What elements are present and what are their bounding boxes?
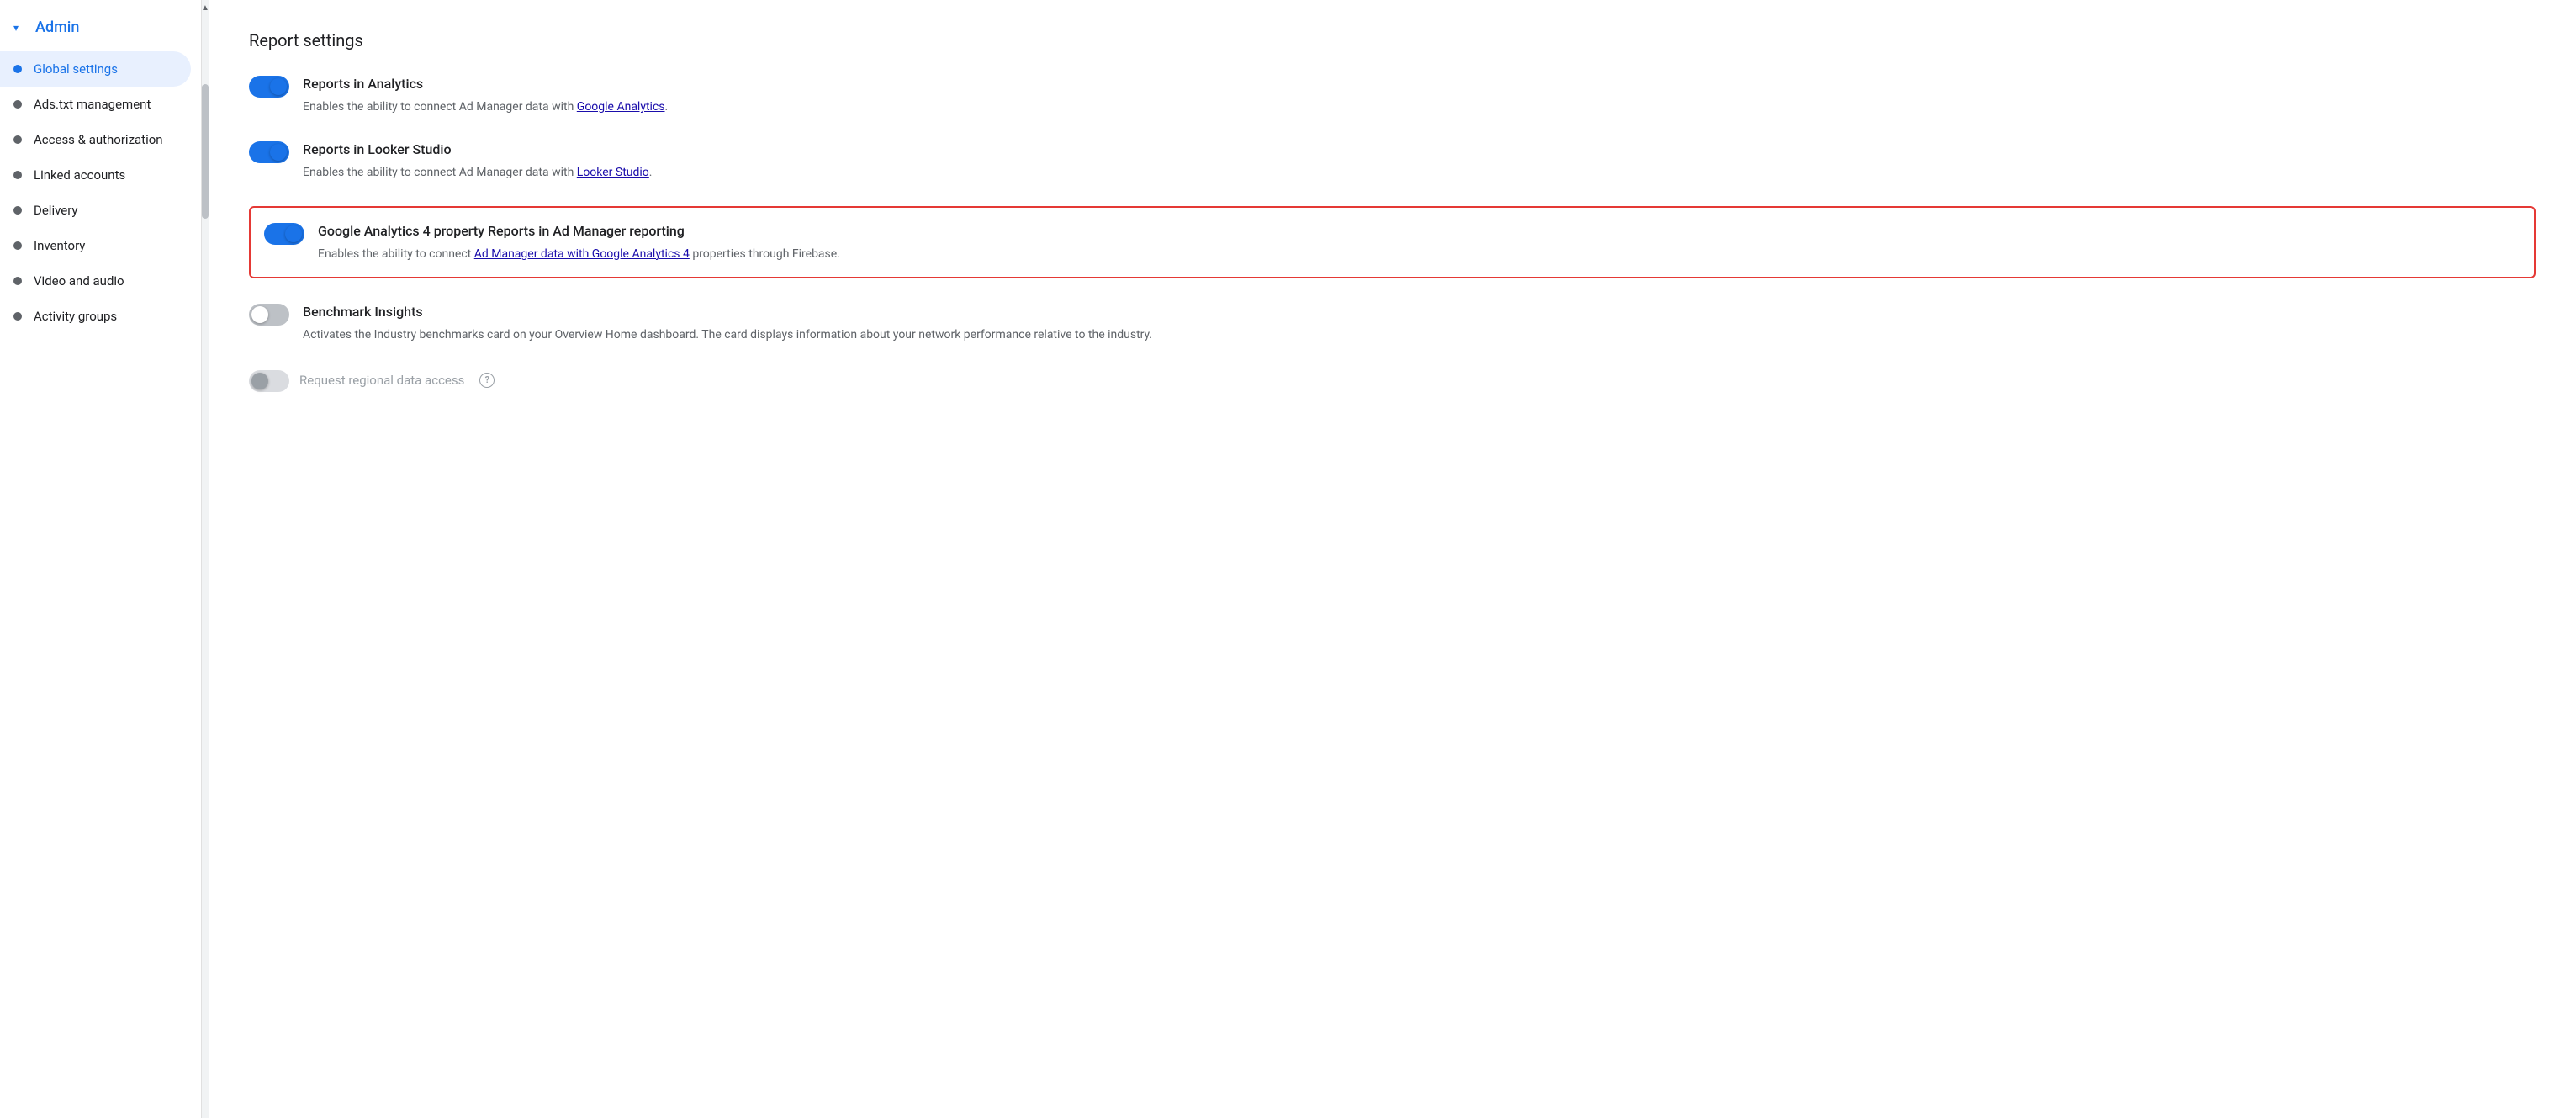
sidebar-item-label: Access & authorization (34, 132, 163, 147)
setting-desc: Enables the ability to connect Ad Manage… (303, 98, 2536, 116)
setting-desc: Enables the ability to connect Ad Manage… (303, 163, 2536, 182)
setting-row-ga4: Google Analytics 4 property Reports in A… (249, 206, 2536, 278)
setting-desc-benchmark: Activates the Industry benchmarks card o… (303, 326, 2536, 344)
dot (13, 206, 22, 215)
sidebar: ▾ Admin Global settings Ads.txt manageme… (0, 0, 202, 1118)
sidebar-item-global-settings[interactable]: Global settings (0, 51, 191, 87)
sidebar-item-label: Linked accounts (34, 167, 125, 183)
setting-text-ga4: Google Analytics 4 property Reports in A… (318, 221, 2520, 263)
active-dot (13, 65, 22, 73)
sidebar-item-label: Global settings (34, 61, 118, 77)
admin-label: Admin (35, 19, 79, 36)
setting-desc-ga4: Enables the ability to connect Ad Manage… (318, 245, 2520, 263)
dot (13, 241, 22, 250)
looker-studio-link[interactable]: Looker Studio (577, 166, 649, 179)
sidebar-item-label: Inventory (34, 238, 85, 253)
setting-title: Reports in Analytics (303, 74, 2536, 94)
dot (13, 135, 22, 144)
admin-header[interactable]: ▾ Admin (0, 10, 201, 51)
dot (13, 312, 22, 321)
setting-row-reports-analytics: Reports in Analytics Enables the ability… (249, 74, 2536, 116)
dot (13, 171, 22, 179)
ga4-link[interactable]: Ad Manager data with Google Analytics 4 (474, 247, 690, 261)
sidebar-item-label: Ads.txt management (34, 97, 151, 112)
sidebar-item-ads-txt[interactable]: Ads.txt management (0, 87, 191, 122)
scrollbar-track[interactable]: ▲ (202, 0, 209, 1118)
main-wrapper: ▲ Report settings Reports in Analytics E… (202, 0, 2576, 1118)
sidebar-item-inventory[interactable]: Inventory (0, 228, 191, 263)
toggle-ga4[interactable] (264, 223, 304, 245)
sidebar-item-access-authorization[interactable]: Access & authorization (0, 122, 191, 157)
setting-text-reports-looker: Reports in Looker Studio Enables the abi… (303, 140, 2536, 182)
sidebar-item-video-audio[interactable]: Video and audio (0, 263, 191, 299)
setting-text-benchmark: Benchmark Insights Activates the Industr… (303, 302, 2536, 344)
toggle-request-regional[interactable] (249, 370, 289, 392)
toggle-benchmark[interactable] (249, 304, 289, 326)
help-icon[interactable]: ? (479, 373, 495, 388)
sidebar-item-activity-groups[interactable]: Activity groups (0, 299, 191, 334)
sidebar-item-label: Activity groups (34, 309, 117, 324)
dot (13, 100, 22, 109)
sidebar-item-linked-accounts[interactable]: Linked accounts (0, 157, 191, 193)
setting-title-ga4: Google Analytics 4 property Reports in A… (318, 221, 2520, 241)
chevron-down-icon: ▾ (13, 22, 19, 34)
request-regional-label: Request regional data access (299, 373, 464, 388)
toggle-reports-analytics[interactable] (249, 76, 289, 98)
main-content: Report settings Reports in Analytics Ena… (209, 0, 2576, 1118)
sidebar-item-label: Video and audio (34, 273, 124, 289)
scroll-up-arrow[interactable]: ▲ (202, 0, 209, 15)
dot (13, 277, 22, 285)
sidebar-item-delivery[interactable]: Delivery (0, 193, 191, 228)
setting-row-reports-looker: Reports in Looker Studio Enables the abi… (249, 140, 2536, 182)
setting-title: Reports in Looker Studio (303, 140, 2536, 160)
google-analytics-link[interactable]: Google Analytics (577, 100, 665, 114)
section-title: Report settings (249, 27, 2536, 50)
scrollbar-thumb[interactable] (202, 84, 209, 219)
setting-row-benchmark: Benchmark Insights Activates the Industr… (249, 302, 2536, 344)
sidebar-item-label: Delivery (34, 203, 78, 218)
request-regional-row: Request regional data access ? (249, 368, 2536, 392)
setting-title-benchmark: Benchmark Insights (303, 302, 2536, 322)
toggle-reports-looker[interactable] (249, 141, 289, 163)
setting-text-reports-analytics: Reports in Analytics Enables the ability… (303, 74, 2536, 116)
